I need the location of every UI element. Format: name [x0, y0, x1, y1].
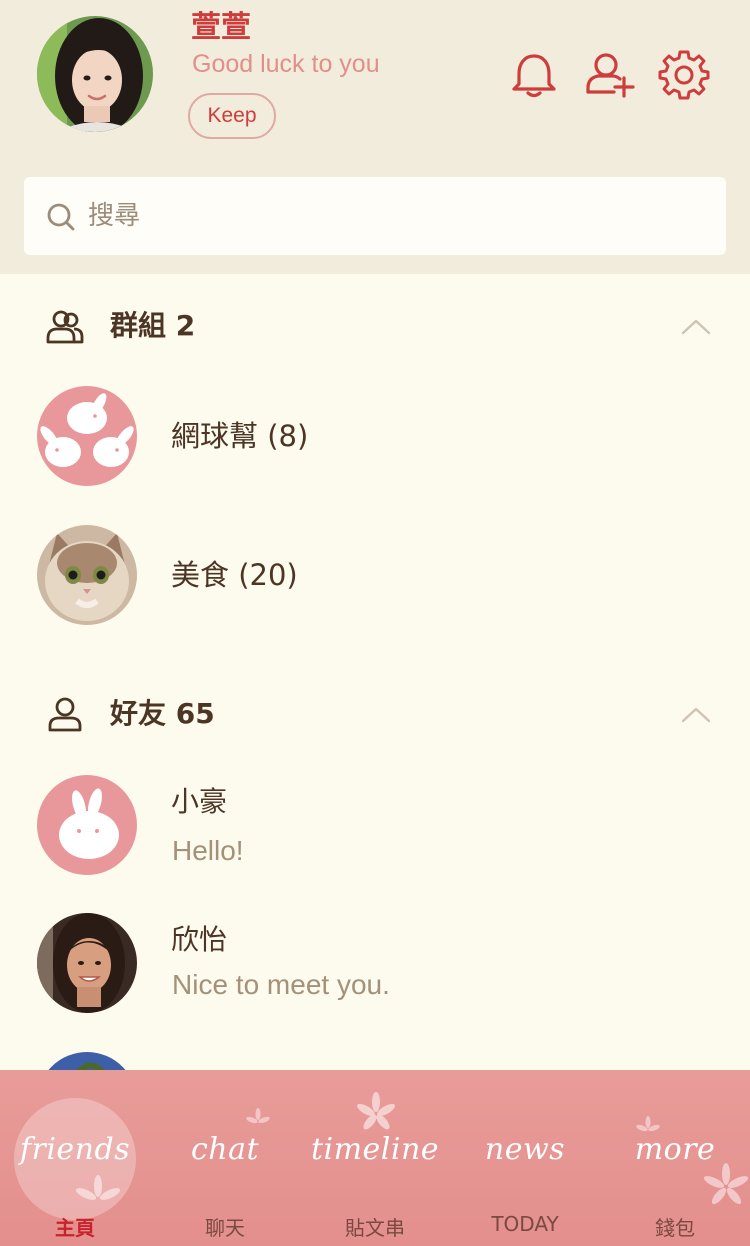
friend-name: 欣怡 — [171, 923, 228, 956]
group-icon — [46, 310, 84, 344]
bell-icon[interactable] — [508, 48, 560, 100]
friends-section-title: 好友 65 — [110, 697, 215, 730]
tab-script-label: more — [634, 1132, 716, 1167]
tab-friends[interactable]: friends 主頁 — [0, 1070, 150, 1246]
tab-script-label: news — [484, 1132, 566, 1167]
group-avatar — [37, 386, 137, 486]
friend-status-message: Nice to meet you. — [172, 969, 390, 1000]
keep-button[interactable]: Keep — [188, 93, 276, 139]
search-box[interactable] — [24, 177, 726, 255]
friend-name: 小豪 — [171, 785, 228, 818]
friend-avatar — [37, 1052, 137, 1070]
profile-header: 萱萱 Good luck to you Keep — [0, 0, 750, 160]
group-name: 網球幫 (8) — [171, 419, 309, 453]
cat-group-avatar — [37, 525, 137, 625]
landscape-avatar — [37, 1052, 137, 1070]
friend-status-message: Hello! — [172, 835, 244, 866]
tab-script-label: friends — [19, 1132, 131, 1167]
woman-avatar — [37, 913, 137, 1013]
friends-section-header[interactable]: 好友 65 — [0, 684, 750, 744]
add-friend-icon[interactable] — [584, 48, 636, 100]
tab-label: TODAY — [491, 1212, 559, 1236]
chevron-up-icon[interactable] — [680, 704, 712, 724]
friend-row-partial[interactable] — [0, 1052, 750, 1070]
group-row[interactable]: 網球幫 (8) — [0, 386, 750, 486]
tab-news[interactable]: news TODAY — [450, 1070, 600, 1246]
bottom-navigation-bar: friends 主頁 chat 聊天 timeline 貼文串 news TOD… — [0, 1070, 750, 1246]
groups-section-title: 群組 2 — [110, 309, 196, 342]
person-icon — [48, 697, 82, 732]
tab-label: 錢包 — [655, 1216, 695, 1240]
group-name: 美食 (20) — [171, 558, 298, 592]
group-avatar — [37, 525, 137, 625]
group-row[interactable]: 美食 (20) — [0, 525, 750, 625]
profile-name: 萱萱 — [191, 10, 251, 45]
profile-status-message[interactable]: Good luck to you — [192, 48, 380, 80]
friend-row[interactable]: 小豪 Hello! — [0, 775, 750, 875]
rabbit-group-avatar — [37, 386, 137, 486]
friend-row[interactable]: 欣怡 Nice to meet you. — [0, 913, 750, 1013]
tab-label: 主頁 — [55, 1216, 95, 1240]
chevron-up-icon[interactable] — [680, 316, 712, 336]
friend-avatar — [37, 775, 137, 875]
tab-timeline[interactable]: timeline 貼文串 — [300, 1070, 450, 1246]
tab-chat[interactable]: chat 聊天 — [150, 1070, 300, 1246]
rabbit-avatar — [37, 775, 137, 875]
tab-label: 聊天 — [205, 1216, 245, 1240]
gear-icon[interactable] — [658, 48, 710, 100]
profile-avatar[interactable] — [37, 16, 153, 132]
tab-script-label: timeline — [310, 1132, 440, 1167]
friend-avatar — [37, 913, 137, 1013]
tab-label: 貼文串 — [345, 1216, 405, 1240]
search-icon — [47, 203, 75, 231]
search-input[interactable] — [88, 193, 688, 239]
tab-more[interactable]: more 錢包 — [600, 1070, 750, 1246]
profile-photo — [37, 16, 153, 132]
tab-script-label: chat — [190, 1132, 260, 1167]
groups-section-header[interactable]: 群組 2 — [0, 296, 750, 356]
